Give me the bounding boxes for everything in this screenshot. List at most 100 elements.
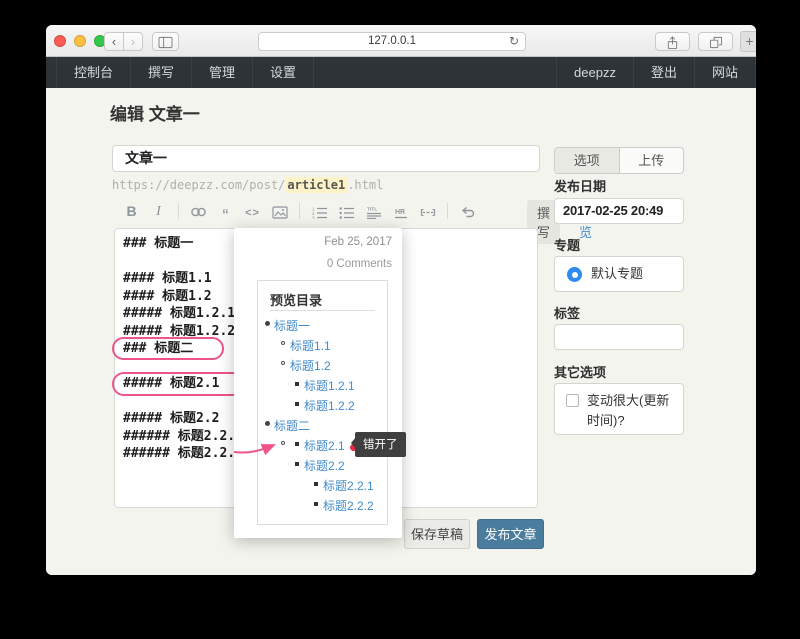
ordered-list-icon[interactable]: 123 — [310, 203, 329, 219]
sidebar-toggle-button[interactable] — [152, 32, 179, 51]
sidebar-icon — [158, 36, 173, 49]
code-icon[interactable]: <> — [243, 203, 262, 219]
toc-bullet-square — [295, 402, 299, 406]
publish-date-value: 2017-02-25 20:49 — [563, 203, 663, 218]
unordered-list-icon[interactable] — [337, 203, 356, 219]
svg-text:TITL: TITL — [367, 206, 377, 212]
annotation-tooltip: 错开了 — [355, 432, 406, 457]
topic-option-row[interactable]: 默认专题 — [554, 256, 684, 292]
page-title: 编辑 文章一 — [110, 100, 200, 125]
share-button[interactable] — [655, 32, 690, 51]
preview-panel: Feb 25, 2017 0 Comments 预览目录 标题一标题1.1 标题1… — [234, 228, 402, 538]
toc-bullet-disc — [265, 421, 270, 426]
toc-item: 标题1.2.2 — [258, 397, 387, 410]
toc-bullet-circle — [281, 361, 285, 365]
preview-comments: 0 Comments — [327, 258, 392, 270]
toc-link[interactable]: 标题2.2.2 — [323, 499, 374, 513]
toc-title: 预览目录 — [270, 290, 322, 309]
heading-icon[interactable]: TITL — [364, 203, 383, 219]
url-prefix: https://deepzz.com/post/ — [112, 178, 285, 192]
close-button[interactable] — [54, 35, 66, 47]
toc-item: 标题一 — [258, 317, 387, 330]
nav-item-console[interactable]: 控制台 — [56, 57, 131, 88]
new-tab-button[interactable]: + — [740, 31, 756, 52]
link-icon[interactable] — [189, 203, 208, 219]
major-change-checkbox[interactable] — [566, 394, 579, 407]
sidebar-tabs: 选项 上传 — [554, 147, 684, 174]
publish-button[interactable]: 发布文章 — [477, 519, 544, 549]
bold-icon[interactable]: B — [122, 203, 141, 219]
nav-item-site[interactable]: 网站 — [694, 57, 756, 88]
topic-option-label: 默认专题 — [591, 266, 643, 281]
tags-label: 标签 — [554, 303, 580, 322]
toc-link[interactable]: 标题1.1 — [290, 339, 331, 353]
article-title-input[interactable]: 文章一 — [112, 145, 540, 172]
url-slug: article1 — [285, 177, 347, 193]
nav-item-logout[interactable]: 登出 — [633, 57, 694, 88]
toc-divider — [270, 310, 375, 311]
publish-date-input[interactable]: 2017-02-25 20:49 — [554, 198, 684, 224]
minimize-button[interactable] — [74, 35, 86, 47]
toc-item: 标题二 — [258, 417, 387, 430]
navbar-right: deepzz登出网站 — [556, 57, 756, 88]
toc-link[interactable]: 标题一 — [274, 319, 310, 333]
toc-link[interactable]: 标题1.2.2 — [304, 399, 355, 413]
address-url: 127.0.0.1 — [368, 35, 416, 47]
address-bar[interactable]: 127.0.0.1 ↻ — [258, 32, 526, 51]
toc-link[interactable]: 标题2.2.1 — [323, 479, 374, 493]
toc-item: 标题2.2.1 — [258, 477, 387, 490]
toc-link[interactable]: 标题二 — [274, 419, 310, 433]
toc-item: 标题2.2 — [258, 457, 387, 470]
toc-bullet-square — [314, 482, 318, 486]
tab-options[interactable]: 选项 — [555, 148, 619, 173]
undo-icon[interactable] — [458, 203, 477, 219]
image-icon[interactable] — [270, 203, 289, 219]
other-options-row[interactable]: 变动很大(更新时间)? — [554, 383, 684, 435]
browser-titlebar: ‹ › 127.0.0.1 ↻ + — [46, 25, 756, 57]
toc-bullet-square — [295, 462, 299, 466]
annotation-oval-heading21 — [112, 372, 244, 396]
toc-bullet-square — [295, 382, 299, 386]
svg-text:3: 3 — [312, 215, 315, 219]
italic-icon[interactable]: I — [149, 202, 168, 220]
tabs-overview-button[interactable] — [698, 32, 733, 51]
editor-toolbar: BI“<>123TITLHR撰写 预览 — [118, 198, 542, 224]
toc-bullet-square — [295, 442, 299, 446]
nav-item-settings[interactable]: 设置 — [253, 57, 314, 88]
toc-item: 标题1.2.1 — [258, 377, 387, 390]
article-url: https://deepzz.com/post/article1.html — [112, 178, 383, 192]
toc-item: 标题2.2.2 — [258, 497, 387, 510]
tab-upload[interactable]: 上传 — [619, 148, 684, 173]
share-icon — [666, 36, 679, 50]
toc-link[interactable]: 标题1.2 — [290, 359, 331, 373]
admin-navbar: 控制台撰写管理设置 deepzz登出网站 — [46, 57, 756, 88]
toc-bullet-disc — [265, 321, 270, 326]
quote-icon[interactable]: “ — [216, 201, 235, 222]
browser-window: ‹ › 127.0.0.1 ↻ + 控制台撰写管理设置 — [46, 25, 756, 575]
nav-item-manage[interactable]: 管理 — [192, 57, 253, 88]
reload-icon[interactable]: ↻ — [509, 33, 519, 50]
save-draft-button[interactable]: 保存草稿 — [404, 519, 470, 549]
toc-link[interactable]: 标题1.2.1 — [304, 379, 355, 393]
page-break-icon[interactable] — [418, 203, 437, 219]
url-suffix: .html — [347, 178, 383, 192]
topic-label: 专题 — [554, 235, 580, 254]
navbar-left: 控制台撰写管理设置 — [56, 57, 314, 88]
forward-button[interactable]: › — [123, 32, 143, 51]
toc-box: 预览目录 标题一标题1.1 标题1.2 标题1.2.1 标题1.2.2 标题二标题2.1… — [257, 280, 388, 525]
toc-link[interactable]: 标题2.1 — [304, 439, 345, 453]
horizontal-rule-icon[interactable]: HR — [391, 203, 410, 219]
toc-item: 标题1.2 — [258, 357, 387, 370]
nav-item-user[interactable]: deepzz — [556, 57, 633, 88]
tags-input[interactable] — [554, 324, 684, 350]
traffic-lights — [54, 35, 106, 47]
preview-date: Feb 25, 2017 — [324, 236, 392, 248]
toc-link[interactable]: 标题2.2 — [304, 459, 345, 473]
nav-item-write[interactable]: 撰写 — [131, 57, 192, 88]
toc-bullet-circle — [281, 341, 285, 345]
back-button[interactable]: ‹ — [104, 32, 124, 51]
admin-content: 编辑 文章一 文章一 https://deepzz.com/post/artic… — [46, 88, 756, 575]
other-options-label: 其它选项 — [554, 362, 606, 381]
topic-radio[interactable] — [567, 267, 582, 282]
annotation-oval-heading2 — [112, 337, 224, 360]
